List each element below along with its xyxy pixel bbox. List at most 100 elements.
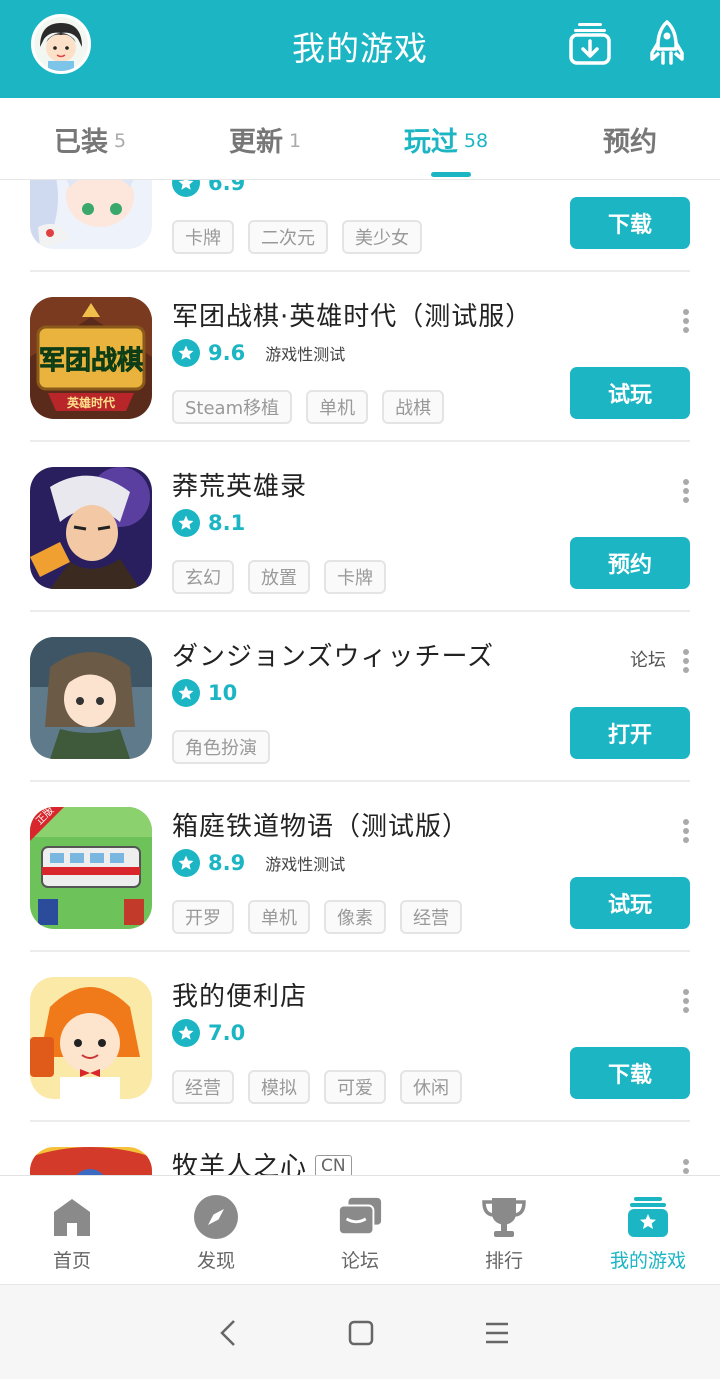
tag[interactable]: 经营 xyxy=(172,1070,234,1104)
game-title[interactable]: 军团战棋·英雄时代（测试服） xyxy=(172,296,532,333)
tab-count: 58 xyxy=(463,130,489,152)
game-row[interactable]: 莽荒英雄录 8.1 玄幻 放置 卡牌 预约 xyxy=(0,442,720,612)
game-icon[interactable] xyxy=(30,467,152,589)
tag[interactable]: 玄幻 xyxy=(172,560,234,594)
nav-label: 发现 xyxy=(196,1250,235,1272)
download-button[interactable]: 下载 xyxy=(570,1047,690,1099)
forum-link[interactable]: 论坛 xyxy=(630,646,666,672)
more-icon[interactable] xyxy=(676,306,696,336)
rating: 6.9 xyxy=(172,180,245,198)
game-title[interactable]: ダンジョンズウィッチーズ xyxy=(172,636,494,673)
home-square-icon[interactable] xyxy=(341,1315,381,1351)
rating: 8.1 xyxy=(172,508,245,538)
tab-count: 1 xyxy=(288,130,302,152)
star-icon xyxy=(172,679,200,707)
tab-count: 5 xyxy=(113,130,127,152)
game-score: 10 xyxy=(208,681,238,705)
cn-badge: CN xyxy=(315,1155,352,1175)
tab-label: 已装 xyxy=(53,126,108,158)
forum-icon xyxy=(337,1194,383,1240)
game-score: 8.9 xyxy=(208,851,246,875)
game-title[interactable]: 牧羊人之心 CN xyxy=(172,1146,352,1175)
tag[interactable]: 休闲 xyxy=(400,1070,462,1104)
download-button[interactable]: 下载 xyxy=(570,197,690,249)
tag[interactable]: 放置 xyxy=(248,560,310,594)
open-button[interactable]: 打开 xyxy=(570,707,690,759)
nav-label: 我的游戏 xyxy=(609,1250,686,1272)
game-row[interactable]: 6.9 卡牌 二次元 美少女 下载 xyxy=(0,180,720,272)
game-title[interactable]: 莽荒英雄录 xyxy=(172,466,307,503)
game-icon[interactable] xyxy=(30,1147,152,1175)
tag[interactable]: 单机 xyxy=(306,390,369,424)
more-icon[interactable] xyxy=(676,476,696,506)
tab-updates[interactable]: 更新 1 xyxy=(175,98,355,180)
tag[interactable]: 角色扮演 xyxy=(172,730,270,764)
game-icon-subtext: 英雄时代 xyxy=(67,395,115,410)
game-icon[interactable] xyxy=(30,637,152,759)
nav-my-games[interactable]: 我的游戏 xyxy=(576,1176,720,1285)
more-icon[interactable] xyxy=(676,986,696,1016)
game-note: 游戏性测试 xyxy=(265,345,346,364)
nav-ranking[interactable]: 排行 xyxy=(432,1176,576,1285)
my-games-icon xyxy=(625,1194,671,1240)
try-button[interactable]: 试玩 xyxy=(570,877,690,929)
rating: 8.9 游戏性测试 xyxy=(172,848,345,878)
game-icon[interactable] xyxy=(30,180,152,249)
game-row[interactable]: 牧羊人之心 CN xyxy=(0,1122,720,1175)
download-manager-button[interactable] xyxy=(565,18,615,68)
star-icon xyxy=(172,180,200,197)
menu-icon[interactable] xyxy=(477,1315,517,1351)
rating: 9.6 游戏性测试 xyxy=(172,338,345,368)
avatar-icon xyxy=(34,17,88,71)
nav-home[interactable]: 首页 xyxy=(0,1176,144,1285)
game-row[interactable]: 军团战棋 英雄时代 军团战棋·英雄时代（测试服） 9.6 游戏性测试 Steam… xyxy=(0,272,720,442)
tag[interactable]: 像素 xyxy=(324,900,386,934)
tab-label: 预约 xyxy=(603,126,657,158)
tag[interactable]: Steam移植 xyxy=(172,390,293,424)
rating: 10 xyxy=(172,678,237,708)
tag[interactable]: 战棋 xyxy=(382,390,445,424)
more-icon[interactable] xyxy=(676,816,696,846)
tab-installed[interactable]: 已装 5 xyxy=(0,98,180,180)
tag[interactable]: 模拟 xyxy=(248,1070,310,1104)
tag[interactable]: 卡牌 xyxy=(172,220,234,254)
tab-played[interactable]: 玩过 58 xyxy=(356,98,536,180)
tag[interactable]: 经营 xyxy=(400,900,462,934)
avatar[interactable] xyxy=(31,14,91,74)
game-title[interactable]: 我的便利店 xyxy=(172,976,307,1013)
reserve-button[interactable]: 预约 xyxy=(570,537,690,589)
rocket-button[interactable] xyxy=(642,18,692,68)
game-icon[interactable]: 军团战棋 英雄时代 xyxy=(30,297,152,419)
download-manager-icon xyxy=(569,23,611,65)
tab-reserved[interactable]: 预约 xyxy=(540,98,720,180)
game-row[interactable]: 我的便利店 7.0 经营 模拟 可爱 休闲 下载 xyxy=(0,952,720,1122)
game-row[interactable]: ダンジョンズウィッチーズ 论坛 10 角色扮演 打开 xyxy=(0,612,720,782)
rating: 7.0 xyxy=(172,1018,245,1048)
system-nav-bar xyxy=(0,1284,720,1379)
compass-icon xyxy=(193,1194,239,1240)
game-row[interactable]: 正版 箱庭铁道物语（测试版） 8.9 游戏性测试 开罗 单机 像素 经营 试玩 xyxy=(0,782,720,952)
tag[interactable]: 单机 xyxy=(248,900,310,934)
game-icon[interactable]: 正版 xyxy=(30,807,152,929)
tag[interactable]: 可爱 xyxy=(324,1070,386,1104)
nav-discover[interactable]: 发现 xyxy=(144,1176,288,1285)
nav-label: 论坛 xyxy=(340,1250,379,1272)
try-button[interactable]: 试玩 xyxy=(570,367,690,419)
more-icon[interactable] xyxy=(676,1156,696,1175)
game-title[interactable]: 箱庭铁道物语（测试版） xyxy=(172,806,469,843)
more-icon[interactable] xyxy=(676,646,696,676)
star-icon xyxy=(172,849,200,877)
tag[interactable]: 开罗 xyxy=(172,900,234,934)
nav-forum[interactable]: 论坛 xyxy=(288,1176,432,1285)
tag-list: 经营 模拟 可爱 休闲 xyxy=(172,1070,462,1104)
tag[interactable]: 二次元 xyxy=(248,220,328,254)
tag[interactable]: 美少女 xyxy=(342,220,422,254)
game-icon[interactable] xyxy=(30,977,152,1099)
app-header: 我的游戏 xyxy=(0,0,720,98)
tag[interactable]: 卡牌 xyxy=(324,560,386,594)
game-score: 7.0 xyxy=(208,1021,246,1045)
tab-bar: 已装 5 更新 1 玩过 58 预约 xyxy=(0,98,720,180)
tag-list: 玄幻 放置 卡牌 xyxy=(172,560,386,594)
back-icon[interactable] xyxy=(208,1315,248,1351)
game-list[interactable]: 6.9 卡牌 二次元 美少女 下载 军团战棋 英雄时代 军团战棋·英雄时代（测试… xyxy=(0,180,720,1175)
